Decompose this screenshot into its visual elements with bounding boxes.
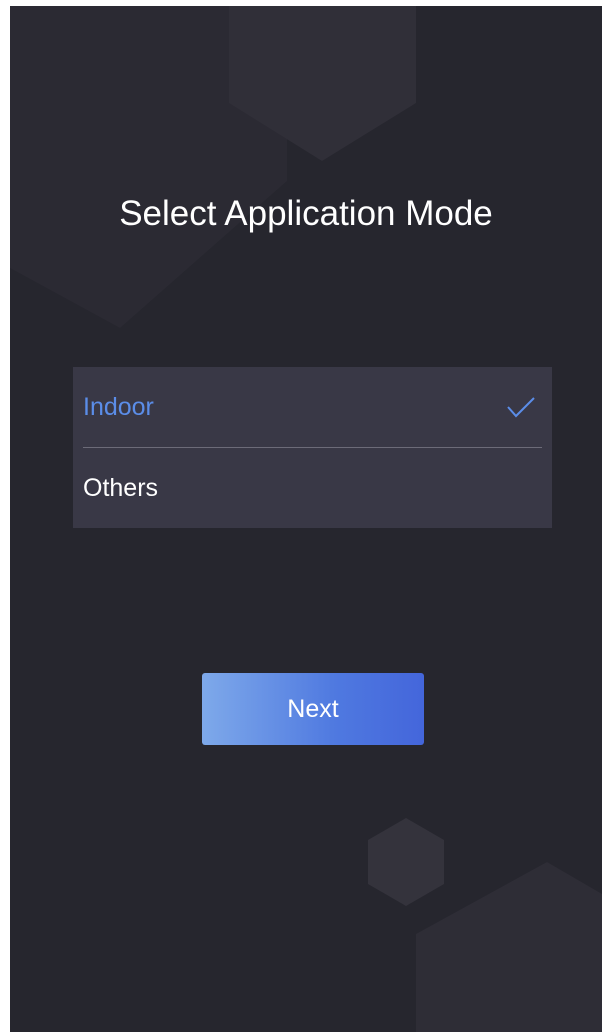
setup-screen: Select Application Mode Indoor Others Ne… — [10, 6, 602, 1032]
background-hexagon-bottom — [416, 862, 602, 1032]
option-indoor[interactable]: Indoor — [73, 367, 552, 448]
checkmark-icon — [507, 397, 535, 418]
option-others[interactable]: Others — [73, 448, 552, 528]
application-mode-list: Indoor Others — [73, 367, 552, 528]
next-button[interactable]: Next — [202, 673, 424, 745]
option-others-label: Others — [83, 474, 159, 502]
option-indoor-label: Indoor — [83, 393, 154, 421]
page-title: Select Application Mode — [119, 194, 493, 233]
background-hexagon-small — [368, 818, 444, 906]
